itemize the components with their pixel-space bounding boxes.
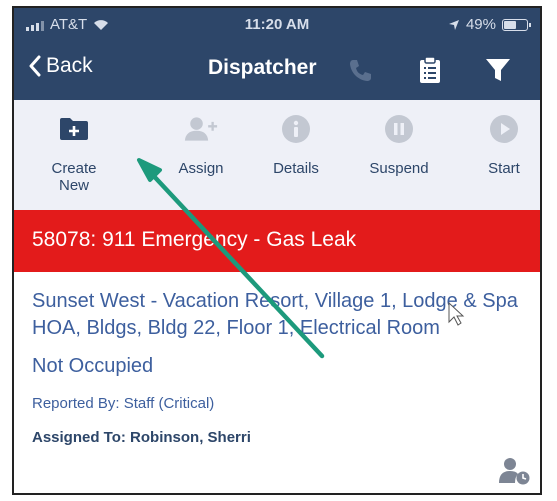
start-label: Start	[488, 160, 520, 177]
folder-plus-icon	[57, 112, 91, 146]
phone-icon	[350, 60, 371, 81]
navigation-bar: Back Dispatcher	[14, 42, 540, 100]
work-order-banner[interactable]: 58078: 911 Emergency - Gas Leak	[14, 210, 540, 272]
pause-icon	[382, 112, 416, 146]
chevron-left-icon	[29, 55, 41, 77]
filter-button[interactable]	[482, 54, 514, 86]
action-toolbar: Create New Assign Details Suspend Start	[14, 100, 540, 210]
details-button[interactable]: Details	[266, 112, 326, 177]
back-label: Back	[46, 54, 93, 77]
details-label: Details	[273, 160, 319, 177]
work-order-title: 58078: 911 Emergency - Gas Leak	[32, 228, 357, 251]
battery-fill	[504, 20, 516, 29]
assign-button[interactable]: Assign	[169, 112, 233, 177]
battery-icon	[502, 18, 531, 31]
clipboard-icon	[420, 56, 440, 83]
back-button[interactable]: Back	[28, 54, 93, 78]
assigned-to: Assigned To: Robinson, Sherri	[32, 429, 251, 446]
filter-icon	[486, 59, 510, 81]
battery-percent: 49%	[465, 16, 496, 33]
start-button[interactable]: Start	[482, 112, 526, 177]
user-clock-icon[interactable]	[498, 457, 530, 485]
location-link[interactable]: Sunset West - Vacation Resort, Village 1…	[32, 288, 522, 342]
app-screen: AT&T 11:20 AM 49% Back Dispatcher Create…	[12, 6, 542, 495]
suspend-label: Suspend	[369, 160, 429, 177]
page-title: Dispatcher	[208, 56, 317, 79]
reported-by: Reported By: Staff (Critical)	[32, 395, 215, 412]
location-arrow-icon	[448, 19, 459, 30]
clipboard-button[interactable]	[414, 54, 446, 86]
work-order-details: Sunset West - Vacation Resort, Village 1…	[14, 272, 540, 493]
status-bar: AT&T 11:20 AM 49%	[14, 8, 540, 42]
occupancy-status: Not Occupied	[32, 355, 154, 377]
assign-label: Assign	[178, 160, 224, 177]
info-icon	[279, 112, 313, 146]
phone-button[interactable]	[344, 54, 376, 86]
add-user-icon	[184, 112, 218, 146]
create-new-label: Create New	[51, 160, 97, 194]
status-right: 49%	[448, 16, 531, 33]
suspend-button[interactable]: Suspend	[362, 112, 436, 177]
play-icon	[487, 112, 521, 146]
create-new-button[interactable]: Create New	[36, 112, 112, 194]
